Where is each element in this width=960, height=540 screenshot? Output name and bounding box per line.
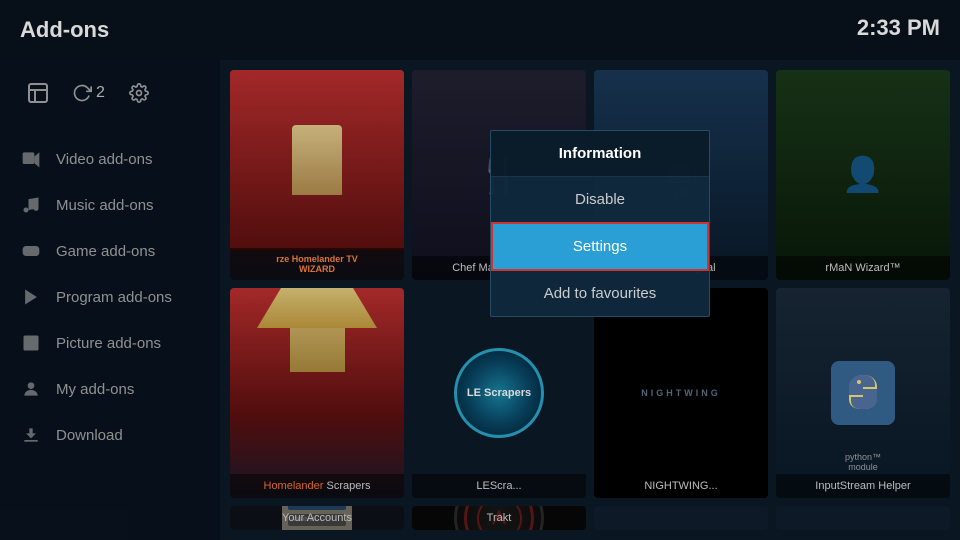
context-menu-settings[interactable]: Settings xyxy=(491,222,709,271)
context-menu-disable[interactable]: Disable xyxy=(491,177,709,222)
context-overlay: Information Disable Settings Add to favo… xyxy=(0,0,960,540)
context-menu: Information Disable Settings Add to favo… xyxy=(490,130,710,317)
context-menu-title: Information xyxy=(491,131,709,177)
context-menu-favourites[interactable]: Add to favourites xyxy=(491,271,709,316)
